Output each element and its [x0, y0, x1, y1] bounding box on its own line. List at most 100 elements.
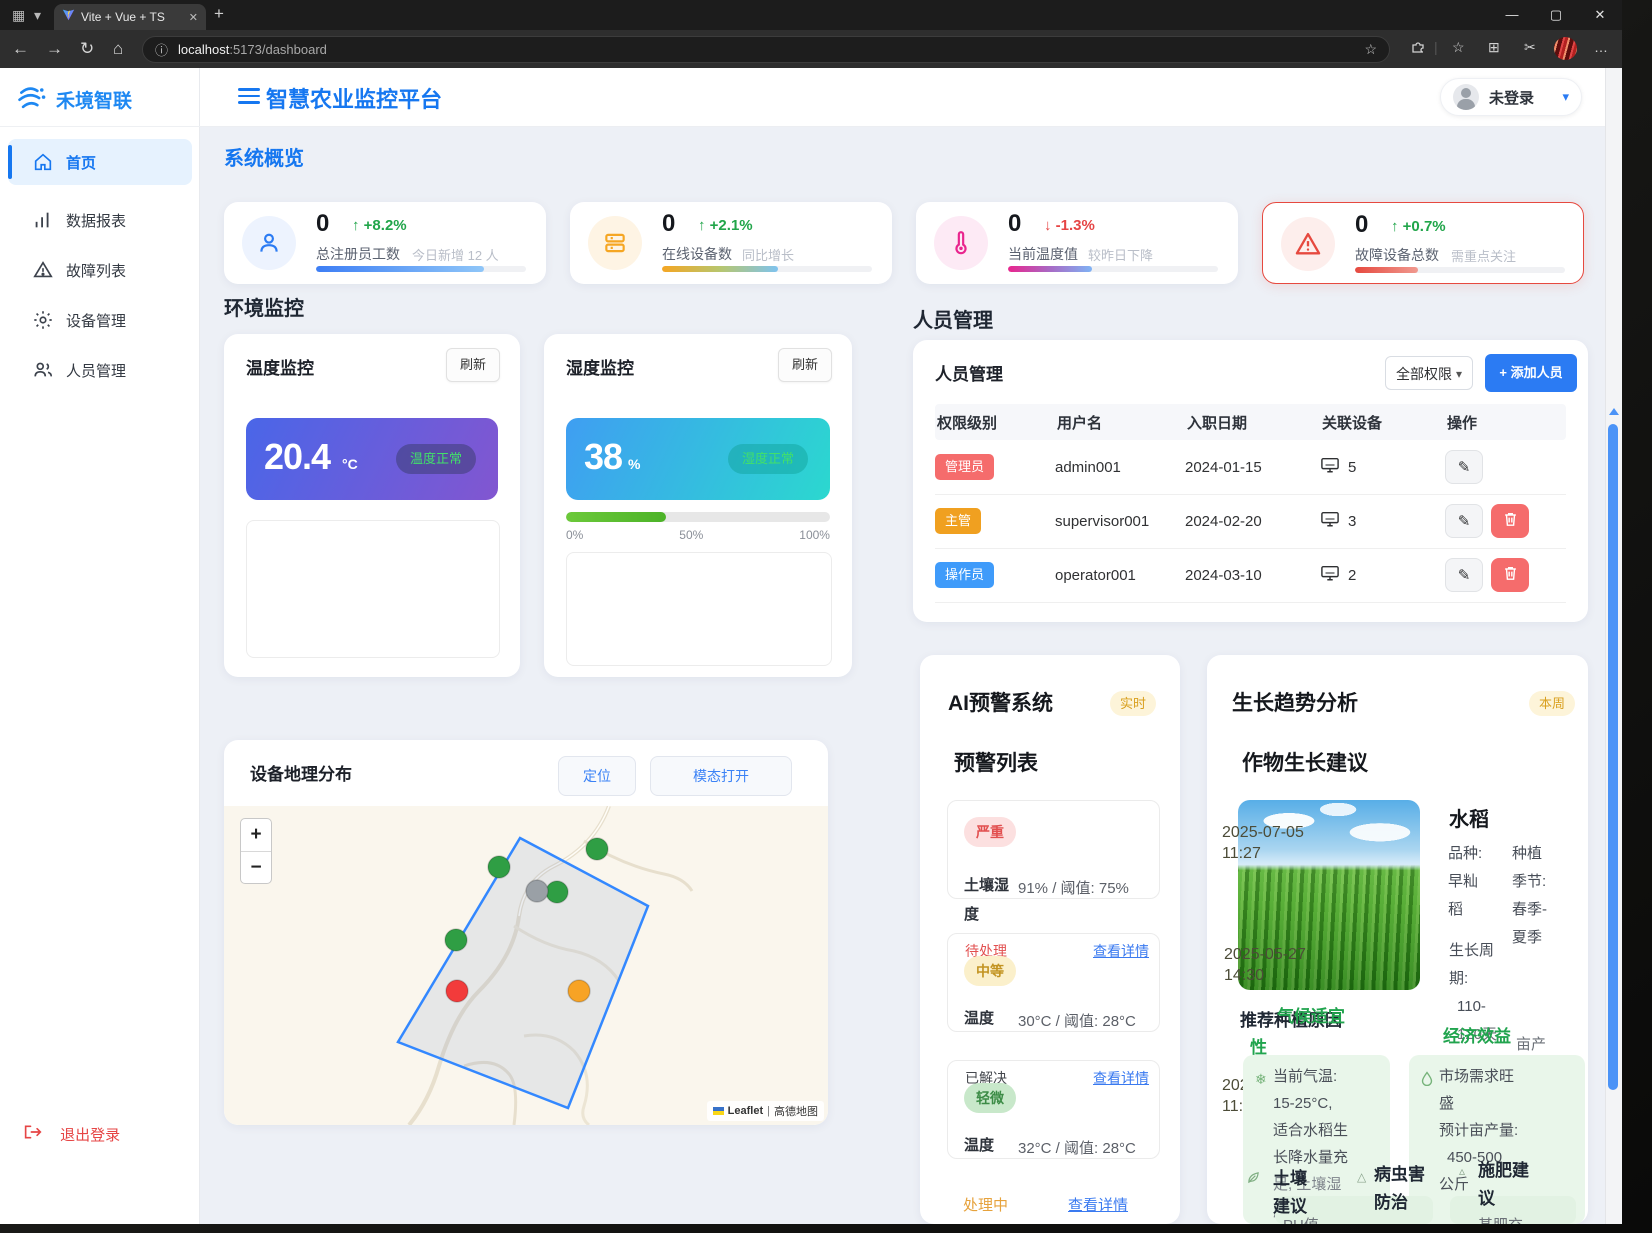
new-tab-button[interactable]: + [214, 4, 224, 24]
logout-button[interactable]: 退出登录 [24, 1124, 120, 1145]
pest-advice-heading-wrap: 防治 [1374, 1188, 1408, 1213]
monitor-icon [1320, 456, 1340, 478]
edit-button[interactable]: ✎ [1445, 504, 1483, 538]
screenshot-icon[interactable]: ✂ [1524, 39, 1536, 56]
leaflet-link[interactable]: Leaflet [728, 1105, 763, 1117]
logout-icon [24, 1127, 46, 1144]
device-marker-warning[interactable] [568, 980, 590, 1002]
page-title: 智慧农业监控平台 [266, 82, 442, 114]
tab-list-icon[interactable]: ▾ [34, 6, 41, 24]
device-marker-normal[interactable] [488, 856, 510, 878]
device-marker-offline[interactable] [526, 880, 548, 902]
add-staff-button[interactable]: + 添加人员 [1485, 354, 1577, 392]
role-badge: 主管 [935, 508, 981, 534]
sidebar: 禾境智联 首页 数据报表 [0, 68, 200, 1224]
edit-button[interactable]: ✎ [1445, 558, 1483, 592]
favorite-star-icon[interactable]: ☆ [1364, 41, 1377, 58]
ai-alert-card: AI预警系统 实时 预警列表 严重 土壤湿度 91% / 阈值: 75% 待处理… [920, 655, 1180, 1224]
sidebar-item-faults[interactable]: 故障列表 [8, 247, 192, 293]
role-badge: 管理员 [935, 454, 994, 480]
gear-icon [32, 309, 54, 331]
device-marker-normal[interactable] [546, 881, 568, 903]
stat-progress [1008, 266, 1218, 272]
leaflet-flag-icon [713, 1107, 724, 1115]
device-marker-fault[interactable] [446, 980, 468, 1002]
refresh-icon[interactable]: ↻ [80, 38, 94, 60]
warning-triangle-icon [32, 259, 54, 281]
device-marker-normal[interactable] [586, 838, 608, 860]
stat-label: 故障设备总数 [1355, 245, 1439, 265]
stat-sublabel: 较昨日下降 [1088, 245, 1153, 264]
sidebar-item-label: 设备管理 [66, 310, 126, 331]
browser-titlebar: ▦ ▾ Vite + Vue + TS ✕ + — ▢ ✕ [0, 0, 1622, 30]
open-modal-button[interactable]: 模态打开 [650, 756, 792, 796]
alert-item[interactable]: 已解决 查看详情 轻微 温度 32°C / 阈值: 28°C [947, 1060, 1160, 1159]
tab-close-icon[interactable]: ✕ [189, 11, 198, 24]
sidebar-item-devices[interactable]: 设备管理 [8, 297, 192, 343]
leaflet-map[interactable]: + − Leaflet | 高德地图 [224, 806, 828, 1125]
login-status[interactable]: 未登录 ▾ [1440, 78, 1582, 116]
person-icon [242, 216, 296, 270]
workspaces-icon[interactable]: ▦ [12, 6, 25, 24]
crop-variety: 品种: 早籼稻 [1448, 840, 1486, 924]
field-polygon[interactable] [398, 838, 648, 1108]
device-marker-normal[interactable] [445, 929, 467, 951]
permission-filter-select[interactable]: 全部权限▾ [1385, 356, 1473, 390]
home-nav-icon [32, 151, 54, 173]
favorites-icon[interactable]: ☆ [1452, 39, 1465, 56]
extensions-icon[interactable] [1410, 39, 1426, 58]
stat-label: 在线设备数 [662, 244, 732, 264]
dashboard-app: 禾境智联 首页 数据报表 [0, 68, 1622, 1224]
refresh-button[interactable]: 刷新 [446, 348, 500, 382]
select-arrow-icon: ▾ [1456, 357, 1462, 391]
collections-icon[interactable]: ⊞ [1488, 39, 1500, 56]
map-zoom-control: + − [240, 818, 272, 884]
alert-status: 处理中 [963, 1194, 1008, 1215]
more-menu-icon[interactable]: … [1594, 39, 1608, 55]
refresh-button[interactable]: 刷新 [778, 348, 832, 382]
sidebar-item-label: 故障列表 [66, 260, 126, 281]
screen: ▦ ▾ Vite + Vue + TS ✕ + — ▢ ✕ [0, 0, 1652, 1233]
delete-button[interactable] [1491, 558, 1529, 592]
zoom-in-button[interactable]: + [241, 819, 271, 851]
edit-button[interactable]: ✎ [1445, 450, 1483, 484]
minimize-button[interactable]: — [1490, 0, 1534, 30]
week-badge: 本周 [1529, 691, 1575, 716]
scrollbar-thumb[interactable] [1608, 424, 1618, 1090]
alert-metric: 温度 [964, 1004, 1014, 1033]
menu-toggle-icon[interactable] [238, 88, 260, 105]
delete-button[interactable] [1491, 504, 1529, 538]
browser-tab[interactable]: Vite + Vue + TS ✕ [54, 4, 206, 30]
photo-timestamp: 2025-07-0511:27 [1222, 822, 1304, 864]
alert-detail-link[interactable]: 查看详情 [1093, 941, 1149, 961]
date-cell: 2024-03-10 [1185, 567, 1320, 584]
back-icon[interactable]: ← [12, 38, 29, 60]
address-bar[interactable]: ⓘ localhost:5173/dashboard ☆ [142, 36, 1390, 63]
crop-season: 种植季节: 春季-夏季 [1512, 840, 1548, 952]
zoom-out-button[interactable]: − [241, 852, 271, 884]
locate-button[interactable]: 定位 [558, 756, 636, 796]
maximize-button[interactable]: ▢ [1534, 0, 1578, 30]
alert-item[interactable]: 待处理 查看详情 中等 温度 30°C / 阈值: 28°C [947, 933, 1160, 1032]
section-title-environment: 环境监控 [224, 292, 304, 321]
tab-title: Vite + Vue + TS [81, 10, 185, 24]
stat-sublabel: 同比增长 [742, 245, 794, 264]
sidebar-item-reports[interactable]: 数据报表 [8, 197, 192, 243]
growth-card: 生长趋势分析 本周 作物生长建议 2025-07-0511:27 2025-05… [1207, 655, 1588, 1224]
close-button[interactable]: ✕ [1578, 0, 1622, 30]
sidebar-item-staff[interactable]: 人员管理 [8, 347, 192, 393]
alert-item[interactable]: 严重 土壤湿度 91% / 阈值: 75% [947, 800, 1160, 899]
profile-avatar[interactable] [1554, 37, 1577, 60]
table-header: 权限级别用户名入职日期关联设备操作 [935, 404, 1566, 440]
user-avatar [1453, 84, 1479, 110]
alert-detail-link[interactable]: 查看详情 [1068, 1194, 1128, 1215]
site-info-icon[interactable]: ⓘ [155, 40, 168, 59]
alert-detail-link[interactable]: 查看详情 [1093, 1068, 1149, 1088]
forward-icon[interactable]: → [46, 38, 63, 60]
stat-delta: ↑ +0.7% [1391, 218, 1446, 235]
scrollbar-up-arrow[interactable] [1609, 408, 1619, 415]
sidebar-item-home[interactable]: 首页 [8, 139, 192, 185]
home-icon[interactable]: ⌂ [113, 38, 123, 60]
humidity-card: 湿度监控 刷新 38 % 湿度正常 0%50%100% [544, 334, 852, 677]
realtime-badge: 实时 [1110, 691, 1156, 716]
